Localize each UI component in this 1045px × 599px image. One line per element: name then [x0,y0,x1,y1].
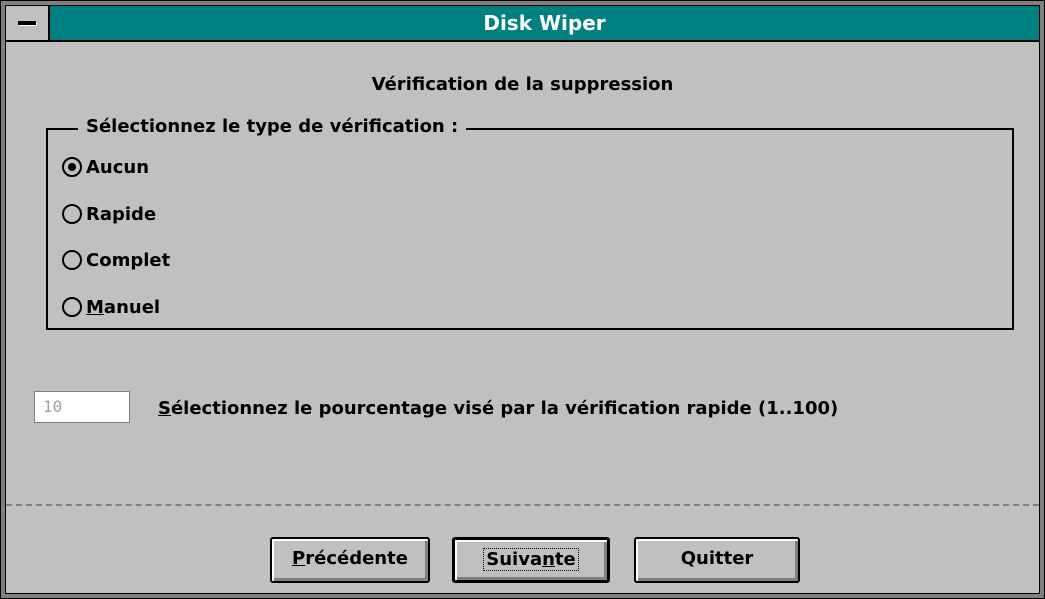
focus-rect: Suivante [483,548,579,571]
percentage-input[interactable]: 10 [34,391,130,423]
accelerator-key: n [542,549,555,570]
radio-manuel-label: Manuel [86,297,160,318]
button-label-before: Suiva [486,549,543,570]
button-label-after: te [554,549,576,570]
radio-rapide-label: Rapide [86,203,157,225]
accelerator-key: M [86,296,104,318]
accelerator-key: S [158,398,171,419]
system-menu-button[interactable] [6,6,50,40]
button-label-rest: récédente [305,548,408,569]
radio-aucun[interactable]: Aucun [62,154,149,180]
accelerator-key: P [292,548,306,569]
groupbox-legend: Sélectionnez le type de vérification : [78,116,467,137]
window-title: Disk Wiper [483,11,606,35]
radio-complet[interactable]: Complet [62,247,170,273]
disk-wiper-window: Disk Wiper Vérification de la suppressio… [0,0,1045,599]
label-rest: électionnez le pourcentage visé par la v… [170,398,839,419]
page-subtitle: Vérification de la suppression [371,74,674,95]
radio-unchecked-icon[interactable] [62,297,82,317]
dashed-divider [6,504,1039,506]
title-bar[interactable]: Disk Wiper [6,6,1039,42]
radio-manuel[interactable]: Manuel [62,294,160,320]
next-button[interactable]: Suivante [452,537,610,583]
radio-unchecked-icon[interactable] [62,250,82,270]
window-client-area: Disk Wiper Vérification de la suppressio… [5,5,1040,594]
percentage-label: Sélectionnez le pourcentage visé par la … [158,398,838,419]
previous-button[interactable]: Précédente [270,537,430,583]
radio-rapide[interactable]: Rapide [62,201,156,227]
radio-aucun-label: Aucun [86,156,150,178]
radio-checked-icon[interactable] [62,157,82,177]
radio-unchecked-icon[interactable] [62,204,82,224]
label-rest: anuel [103,296,161,318]
quit-button[interactable]: Quitter [634,537,800,583]
verification-type-groupbox: Sélectionnez le type de vérification : A… [46,116,1014,330]
minus-icon [18,21,36,25]
radio-complet-label: Complet [86,249,171,271]
